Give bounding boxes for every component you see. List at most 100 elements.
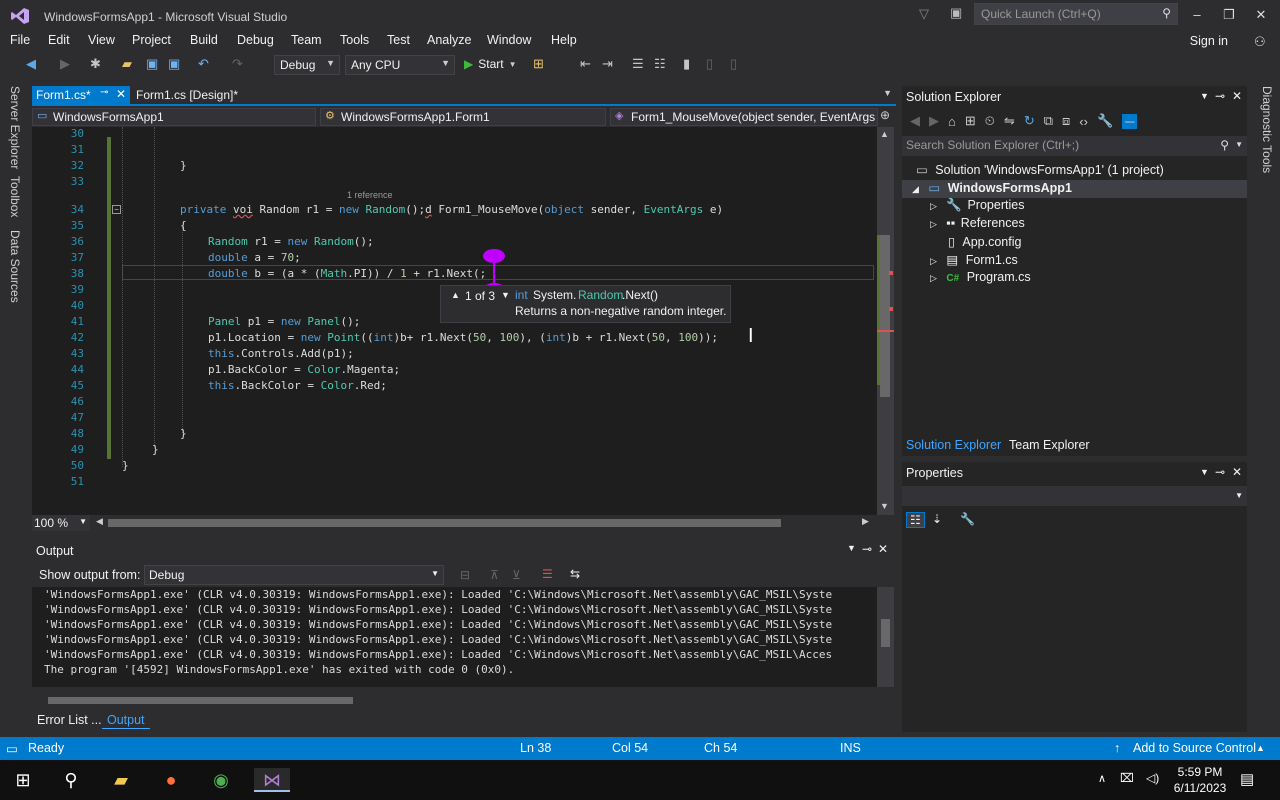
back-icon[interactable]: ◀ — [26, 56, 36, 72]
toolbox-tab[interactable]: Toolbox — [8, 176, 22, 217]
forward-icon[interactable]: ▶ — [929, 113, 939, 129]
home-icon[interactable]: ⌂ — [948, 114, 956, 129]
file-explorer-icon[interactable]: ▰ — [108, 768, 134, 792]
horizontal-scroll-thumb[interactable] — [108, 519, 781, 527]
overload-up-icon[interactable]: ▲ — [451, 290, 460, 300]
comment-icon[interactable]: ☰ — [632, 56, 644, 72]
output-source-select[interactable]: Debug ▼ — [144, 565, 444, 585]
account-icon[interactable]: ⚇ — [1254, 34, 1266, 50]
window-position-icon[interactable]: ▼ — [1200, 91, 1209, 101]
find-message-icon[interactable]: ⊟ — [460, 568, 470, 582]
configuration-select[interactable]: Debug ▼ — [274, 55, 340, 75]
windows-start-icon[interactable]: ⊞ — [10, 768, 36, 792]
network-icon[interactable]: ⌧ — [1120, 771, 1134, 785]
pin-icon[interactable]: ⊸ — [862, 542, 872, 556]
refresh-icon[interactable]: ↻ — [1024, 113, 1035, 129]
minimize-button[interactable]: – — [1182, 4, 1212, 26]
view-code-icon[interactable]: ‹› — [1079, 114, 1088, 129]
output-vertical-scrollbar[interactable] — [877, 587, 894, 687]
tab-team-explorer[interactable]: Team Explorer — [1009, 438, 1090, 452]
split-editor-icon[interactable]: ⊕ — [880, 108, 890, 122]
solution-search-input[interactable]: Search Solution Explorer (Ctrl+;) ⚲ ▼ — [902, 136, 1247, 156]
filter-icon[interactable]: ▽ — [919, 6, 929, 22]
tree-solution[interactable]: ▭ Solution 'WindowsFormsApp1' (1 project… — [916, 162, 1164, 177]
bookmark-next-icon[interactable]: ▯ — [730, 56, 737, 72]
scroll-down-icon[interactable]: ▼ — [880, 501, 889, 511]
tab-overflow-chevron-icon[interactable]: ▼ — [883, 88, 892, 98]
zoom-select[interactable]: 100 % ▼ — [32, 515, 90, 531]
pending-changes-icon[interactable]: ⏲ — [985, 113, 995, 129]
member-nav-dropdown[interactable]: ◈ Form1_MouseMove(object sender, EventAr… — [610, 108, 878, 126]
menu-view[interactable]: View — [88, 33, 115, 47]
close-icon[interactable]: ✕ — [116, 87, 126, 101]
save-all-icon[interactable]: ▣ — [168, 56, 180, 72]
server-explorer-tab[interactable]: Server Explorer — [8, 86, 22, 169]
notifications-icon[interactable]: ▤ — [1240, 770, 1254, 788]
chrome-icon[interactable]: ◉ — [208, 768, 234, 792]
scroll-left-icon[interactable]: ◀ — [96, 516, 103, 527]
menu-debug[interactable]: Debug — [237, 33, 274, 47]
search-icon[interactable]: ⚲ — [58, 768, 84, 792]
collapse-toggle-icon[interactable]: − — [112, 205, 121, 214]
step-into-icon[interactable]: ⇥ — [602, 56, 613, 72]
class-nav-dropdown[interactable]: ⚙ WindowsFormsApp1.Form1 — [320, 108, 606, 126]
menu-tools[interactable]: Tools — [340, 33, 369, 47]
menu-test[interactable]: Test — [387, 33, 410, 47]
clear-all-icon[interactable]: ☰ — [542, 567, 553, 581]
menu-project[interactable]: Project — [132, 33, 171, 47]
project-nav-dropdown[interactable]: ▭ WindowsFormsApp1 — [32, 108, 316, 126]
new-project-icon[interactable]: ✱ — [90, 56, 101, 72]
word-wrap-icon[interactable]: ⇆ — [570, 567, 580, 581]
collapse-all-icon[interactable]: ⧉ — [1044, 113, 1053, 129]
close-button[interactable]: ✕ — [1246, 4, 1276, 26]
properties-object-select[interactable]: ▼ — [902, 486, 1247, 506]
clock[interactable]: 5:59 PM 6/11/2023 — [1172, 764, 1228, 796]
scroll-thumb[interactable] — [48, 697, 353, 704]
tab-form1-design[interactable]: Form1.cs [Design]* — [132, 86, 272, 104]
output-horizontal-scrollbar[interactable] — [32, 694, 877, 706]
tab-error-list[interactable]: Error List ... — [37, 713, 102, 727]
feedback-icon[interactable]: ▣ — [950, 5, 962, 21]
close-icon[interactable]: ✕ — [1232, 89, 1242, 103]
uncomment-icon[interactable]: ☷ — [654, 56, 666, 72]
tree-item-form1[interactable]: ▷ ▤ Form1.cs — [930, 252, 1018, 267]
scroll-right-icon[interactable]: ▶ — [862, 516, 869, 527]
platform-select[interactable]: Any CPU ▼ — [345, 55, 455, 75]
sync-icon[interactable]: ⇋ — [1004, 113, 1015, 129]
show-hidden-icons-icon[interactable]: ∧ — [1098, 772, 1106, 785]
pin-icon[interactable]: ⊸ — [1215, 465, 1225, 479]
editor-vertical-scrollbar[interactable]: ▲ ▼ — [877, 127, 894, 515]
maximize-button[interactable]: ❐ — [1214, 4, 1244, 26]
switch-views-icon[interactable]: ⊞ — [965, 113, 976, 129]
menu-edit[interactable]: Edit — [48, 33, 70, 47]
add-to-source-control[interactable]: Add to Source Control — [1133, 741, 1256, 755]
back-icon[interactable]: ◀ — [910, 113, 920, 129]
chevron-up-icon[interactable]: ▲ — [1256, 743, 1265, 753]
tab-form1-cs[interactable]: Form1.cs* ⊸ ✕ — [32, 86, 130, 104]
overload-down-icon[interactable]: ▼ — [501, 290, 510, 300]
open-folder-icon[interactable]: ▰ — [122, 56, 132, 72]
tree-item-app-config[interactable]: ▯ App.config — [948, 234, 1021, 249]
tree-item-program[interactable]: ▷ C# Program.cs — [930, 270, 1031, 284]
menu-help[interactable]: Help — [551, 33, 577, 47]
scroll-thumb[interactable] — [880, 235, 890, 397]
tree-item-references[interactable]: ▷ ▪▪ References — [930, 216, 1025, 230]
categorized-icon[interactable]: ☷ — [906, 512, 925, 528]
save-icon[interactable]: ▣ — [146, 56, 158, 72]
quick-launch-input[interactable]: Quick Launch (Ctrl+Q) ⚲ — [974, 3, 1178, 25]
properties-wrench-icon[interactable]: 🔧 — [1097, 113, 1113, 129]
start-button[interactable]: ▶ Start ▼ — [464, 57, 517, 71]
show-all-files-icon[interactable]: ⧈ — [1062, 113, 1070, 129]
close-icon[interactable]: ✕ — [878, 542, 888, 556]
undo-icon[interactable]: ↶ — [198, 56, 209, 72]
data-sources-tab[interactable]: Data Sources — [8, 230, 22, 303]
preview-selected-icon[interactable]: ─ — [1122, 113, 1138, 129]
redo-icon[interactable]: ↷ — [232, 56, 243, 72]
codelens-references[interactable]: 1 reference — [347, 190, 393, 200]
tab-solution-explorer[interactable]: Solution Explorer — [906, 438, 1001, 452]
property-pages-icon[interactable]: 🔧 — [960, 512, 975, 526]
menu-team[interactable]: Team — [291, 33, 322, 47]
pin-icon[interactable]: ⊸ — [1215, 89, 1225, 103]
close-icon[interactable]: ✕ — [1232, 465, 1242, 479]
visual-studio-taskbar-icon[interactable]: ⋈ — [254, 768, 290, 792]
